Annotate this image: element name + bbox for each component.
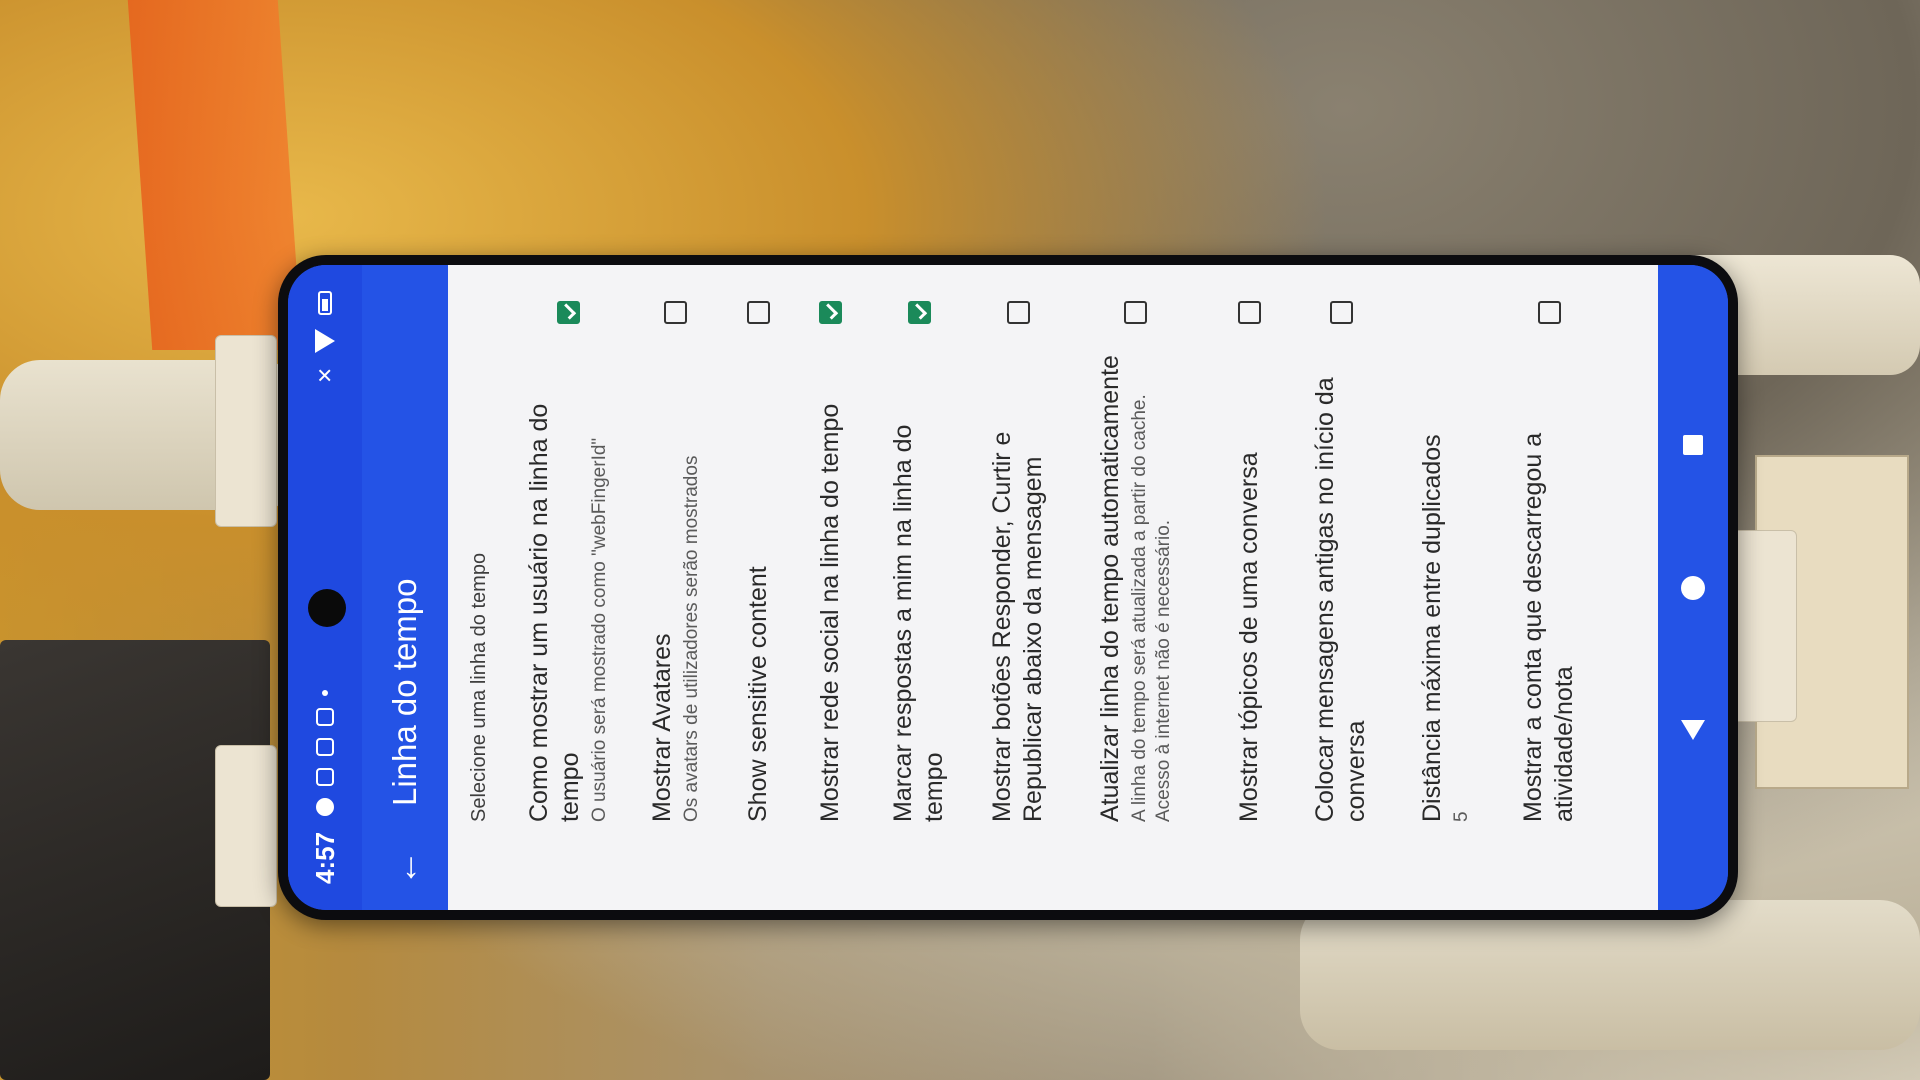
pref-title: Mostrar Avatares bbox=[647, 633, 676, 822]
pref-text: Marcar respostas a mim na linha do tempo bbox=[888, 350, 950, 822]
pref-show-avatars[interactable]: Mostrar Avatares Os avatars de utilizado… bbox=[627, 265, 723, 910]
notification-icon bbox=[316, 737, 334, 756]
pref-title: Mostrar a conta que descarregou a ativid… bbox=[1519, 432, 1578, 822]
pref-show-user-as[interactable]: Como mostrar um usuário na linha do temp… bbox=[509, 265, 627, 910]
more-notifications-icon bbox=[322, 689, 328, 696]
pref-text: Mostrar Avatares Os avatars de utilizado… bbox=[647, 350, 704, 822]
pref-checkbox[interactable] bbox=[1537, 301, 1561, 324]
navigation-bar bbox=[1658, 265, 1728, 910]
rotated-app-ui: 4:57 ✕ ← Linha do tempo Selecione uma li… bbox=[288, 265, 1728, 910]
pref-text: Show sensitive content bbox=[743, 350, 774, 822]
pref-checkbox[interactable] bbox=[556, 301, 580, 324]
page-title: Linha do tempo bbox=[386, 578, 423, 806]
pref-title: Show sensitive content bbox=[743, 566, 772, 822]
notification-icon bbox=[316, 767, 334, 786]
pref-title: Distância máxima entre duplicados bbox=[1417, 434, 1446, 822]
phone-clamp-left-top bbox=[215, 335, 277, 527]
battery-icon bbox=[318, 291, 332, 315]
pref-text: Mostrar botões Responder, Curtir e Repub… bbox=[987, 350, 1049, 822]
settings-content[interactable]: Selecione uma linha do tempo Como mostra… bbox=[448, 265, 1658, 910]
pref-mark-replies[interactable]: Marcar respostas a mim na linha do tempo bbox=[867, 265, 971, 910]
status-right: ✕ bbox=[313, 291, 338, 384]
background-orange-poster bbox=[127, 0, 303, 350]
front-camera bbox=[308, 589, 346, 627]
phone-clamp-left-bottom bbox=[215, 745, 277, 907]
pref-title: Mostrar tópicos de uma conversa bbox=[1234, 452, 1263, 822]
status-bar: 4:57 ✕ bbox=[288, 265, 362, 910]
pref-title: Como mostrar um usuário na linha do temp… bbox=[525, 403, 584, 822]
pref-text: Mostrar rede social na linha do tempo bbox=[815, 350, 846, 822]
phone-screen: 4:57 ✕ ← Linha do tempo Selecione uma li… bbox=[288, 265, 1728, 910]
wifi-icon bbox=[315, 329, 335, 353]
pref-text: Distância máxima entre duplicados 5 bbox=[1417, 301, 1474, 822]
pref-show-social-network[interactable]: Mostrar rede social na linha do tempo bbox=[793, 265, 867, 910]
circle-home-icon[interactable] bbox=[1681, 575, 1705, 600]
pref-show-downloading-account[interactable]: Mostrar a conta que descarregou a ativid… bbox=[1501, 265, 1597, 910]
pref-title: Marcar respostas a mim na linha do tempo bbox=[889, 424, 948, 822]
pref-summary: Os avatars de utilizadores serão mostrad… bbox=[680, 455, 702, 822]
pref-show-threads[interactable]: Mostrar tópicos de uma conversa bbox=[1205, 265, 1293, 910]
pref-auto-refresh[interactable]: Atualizar linha do tempo automaticamente… bbox=[1065, 265, 1205, 910]
pref-checkbox[interactable] bbox=[818, 301, 842, 324]
notification-icon bbox=[316, 707, 334, 726]
pref-checkbox[interactable] bbox=[1329, 301, 1353, 324]
section-header: Selecione uma linha do tempo bbox=[468, 552, 490, 822]
mute-icon: ✕ bbox=[314, 367, 337, 384]
app-bar: ← Linha do tempo bbox=[362, 265, 448, 910]
pref-title: Mostrar botões Responder, Curtir e Repub… bbox=[988, 431, 1047, 822]
pref-summary: A linha do tempo será atualizada a parti… bbox=[1128, 394, 1174, 822]
pref-show-buttons[interactable]: Mostrar botões Responder, Curtir e Repub… bbox=[971, 265, 1065, 910]
pref-checkbox[interactable] bbox=[1123, 301, 1147, 324]
pref-summary: O usuário será mostrado como "webFingerI… bbox=[589, 437, 610, 822]
pref-summary: 5 bbox=[1450, 811, 1472, 822]
pref-title: Colocar mensagens antigas no início da c… bbox=[1311, 377, 1370, 822]
phone-device: 4:57 ✕ ← Linha do tempo Selecione uma li… bbox=[278, 255, 1738, 920]
pref-text: Colocar mensagens antigas no início da c… bbox=[1310, 350, 1372, 822]
pref-max-duplicate-distance[interactable]: Distância máxima entre duplicados 5 bbox=[1389, 265, 1501, 910]
pref-text: Atualizar linha do tempo automaticamente… bbox=[1095, 350, 1176, 822]
square-recents-icon[interactable] bbox=[1683, 435, 1703, 456]
pref-text: Mostrar a conta que descarregou a ativid… bbox=[1518, 350, 1580, 822]
pref-title: Mostrar rede social na linha do tempo bbox=[815, 403, 844, 822]
pref-show-sensitive[interactable]: Show sensitive content bbox=[723, 265, 793, 910]
status-time: 4:57 bbox=[309, 831, 340, 884]
pref-checkbox[interactable] bbox=[746, 301, 770, 324]
pref-title: Atualizar linha do tempo automaticamente bbox=[1095, 355, 1124, 822]
pref-text: Mostrar tópicos de uma conversa bbox=[1234, 350, 1265, 822]
pref-old-messages-first[interactable]: Colocar mensagens antigas no início da c… bbox=[1293, 265, 1389, 910]
pref-checkbox[interactable] bbox=[1006, 301, 1030, 324]
triangle-back-icon[interactable] bbox=[1681, 719, 1705, 740]
pref-checkbox[interactable] bbox=[663, 301, 687, 324]
pref-checkbox[interactable] bbox=[1237, 301, 1261, 324]
notification-icon bbox=[316, 797, 334, 816]
arrow-left-icon[interactable]: ← bbox=[384, 826, 426, 886]
background-stand-bottom bbox=[1300, 900, 1920, 1050]
pref-text: Como mostrar um usuário na linha do temp… bbox=[524, 350, 612, 822]
pref-checkbox[interactable] bbox=[907, 301, 931, 324]
